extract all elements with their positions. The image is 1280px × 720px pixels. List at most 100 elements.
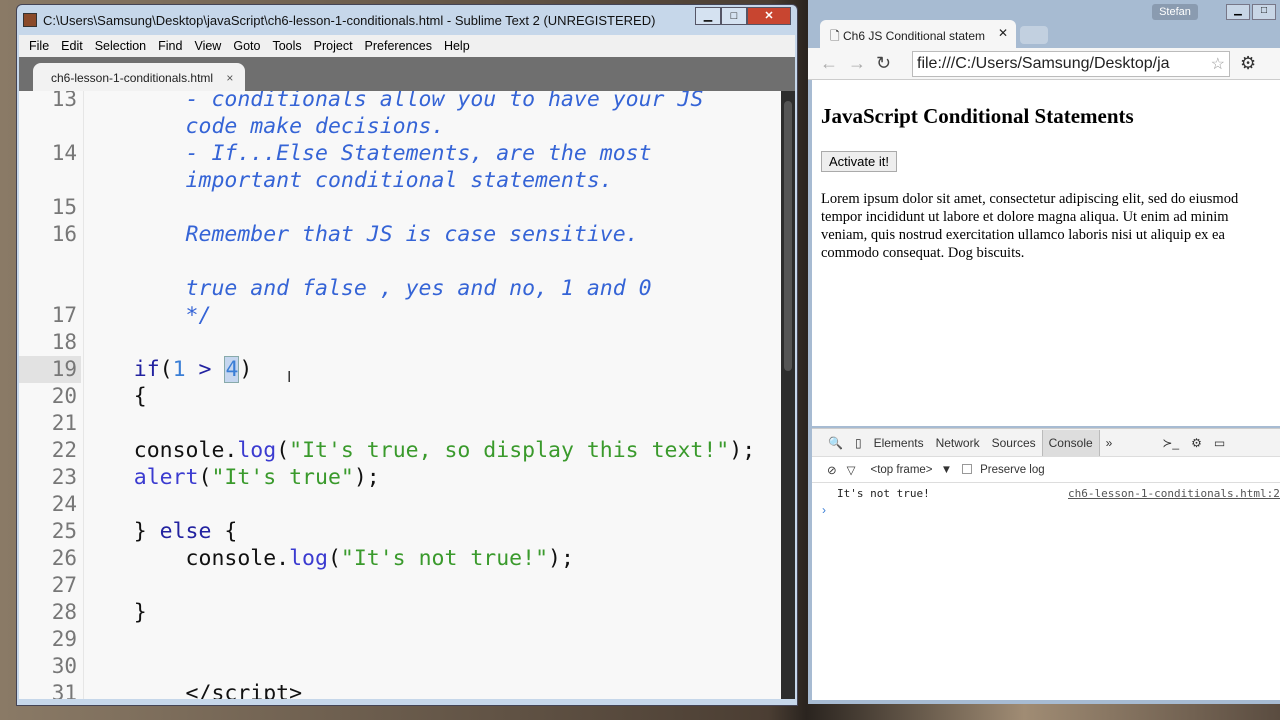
new-tab-button[interactable] [1020, 26, 1048, 44]
code-line[interactable]: 17 */ [19, 302, 779, 329]
code-line[interactable]: 15 [19, 194, 779, 221]
code-line[interactable]: 31 </script> [19, 680, 779, 699]
code-text: } else { [82, 518, 238, 545]
tab-elements[interactable]: Elements [868, 436, 930, 450]
code-token: true and false , yes and no, 1 and 0 [82, 276, 652, 301]
line-number: 29 [51, 627, 77, 651]
address-bar[interactable]: file:///C:/Users/Samsung/Desktop/ja ☆ [912, 50, 1230, 77]
chrome-window: Stefan ▁ □ 🗋 Ch6 JS Conditional statem ✕… [808, 0, 1280, 704]
code-token: - If...Else Statements, are the most [82, 141, 652, 166]
settings-gear-icon[interactable]: ⚙ [1240, 53, 1256, 74]
code-line[interactable]: 26 console.log("It's not true!"); [19, 545, 779, 572]
preserve-log-checkbox[interactable]: Preserve log [957, 464, 1055, 476]
editor-scrollbar[interactable] [781, 91, 795, 699]
code-token: ( [198, 465, 212, 490]
close-button[interactable]: ✕ [747, 7, 791, 25]
code-token: if [82, 357, 160, 382]
code-line[interactable]: 30 [19, 653, 779, 680]
tab-close-icon[interactable]: ✕ [998, 26, 1008, 40]
more-tabs-button[interactable]: » [1100, 436, 1119, 450]
menu-file[interactable]: File [23, 39, 55, 53]
code-line[interactable]: 21 [19, 410, 779, 437]
code-token: ); [548, 546, 574, 571]
tab-console[interactable]: Console [1041, 429, 1100, 456]
reload-icon[interactable]: ↻ [876, 53, 904, 74]
devtools-settings-icon[interactable]: ⚙ [1185, 436, 1208, 450]
tab-network[interactable]: Network [930, 436, 986, 450]
code-line[interactable]: 27 [19, 572, 779, 599]
tab-sources[interactable]: Sources [986, 436, 1042, 450]
menu-view[interactable]: View [188, 39, 227, 53]
code-line[interactable]: 19 if(1 > 4) [19, 356, 779, 383]
code-line[interactable]: 16 Remember that JS is case sensitive. [19, 221, 779, 248]
line-number: 17 [51, 303, 77, 327]
filter-icon[interactable]: ▽ [842, 463, 861, 477]
code-line[interactable]: 29 [19, 626, 779, 653]
code-line[interactable]: 23 alert("It's true"); [19, 464, 779, 491]
menu-goto[interactable]: Goto [227, 39, 266, 53]
code-line[interactable]: 22 console.log("It's true, so display th… [19, 437, 779, 464]
console-prompt[interactable]: › [812, 503, 1280, 517]
dock-icon[interactable]: ▭ [1208, 436, 1231, 450]
console-drawer-icon[interactable]: ≻_ [1156, 436, 1185, 450]
title-bar: C:\Users\Samsung\Desktop\javaScript\ch6-… [17, 5, 797, 35]
console-source-link[interactable]: ch6-lesson-1-conditionals.html:26 [1068, 487, 1280, 500]
code-token: */ [82, 303, 212, 328]
minimize-button[interactable]: ▁ [695, 7, 721, 25]
chrome-maximize-button[interactable]: □ [1252, 4, 1276, 20]
back-icon[interactable]: ← [820, 53, 848, 74]
code-line[interactable] [19, 248, 779, 275]
line-number: 21 [51, 411, 77, 435]
code-text: console.log("It's not true!"); [82, 545, 574, 572]
menu-project[interactable]: Project [308, 39, 359, 53]
code-line[interactable]: 18 [19, 329, 779, 356]
line-number: 18 [51, 330, 77, 354]
web-page: JavaScript Conditional Statements Activa… [812, 80, 1280, 426]
maximize-button[interactable]: □ [721, 7, 747, 25]
code-line[interactable]: 25 } else { [19, 518, 779, 545]
scrollbar-thumb[interactable] [784, 101, 792, 371]
frame-selector[interactable]: <top frame> ▼ [861, 464, 958, 476]
code-text: Remember that JS is case sensitive. [82, 221, 639, 248]
menu-find[interactable]: Find [152, 39, 188, 53]
code-token: ( [159, 357, 173, 382]
code-token: { [211, 519, 238, 544]
menu-tools[interactable]: Tools [266, 39, 307, 53]
forward-icon[interactable]: → [848, 53, 876, 74]
menu-edit[interactable]: Edit [55, 39, 89, 53]
menu-preferences[interactable]: Preferences [359, 39, 438, 53]
menu-help[interactable]: Help [438, 39, 476, 53]
code-line[interactable]: 14 - If...Else Statements, are the most [19, 140, 779, 167]
code-editor[interactable]: I 13 - conditionals allow you to have yo… [19, 91, 795, 699]
code-text: </script> [82, 680, 303, 699]
file-tab[interactable]: ch6-lesson-1-conditionals.html × [33, 63, 245, 91]
tab-close-icon[interactable]: × [226, 71, 233, 85]
code-line[interactable]: 13 - conditionals allow you to have your… [19, 91, 779, 113]
line-number: 25 [51, 519, 77, 543]
line-number: 15 [51, 195, 77, 219]
code-line[interactable]: 24 [19, 491, 779, 518]
code-line[interactable]: 20 { [19, 383, 779, 410]
line-number: 23 [51, 465, 77, 489]
code-line[interactable]: important conditional statements. [19, 167, 779, 194]
code-line[interactable]: true and false , yes and no, 1 and 0 [19, 275, 779, 302]
code-line[interactable]: 28 } [19, 599, 779, 626]
code-line[interactable]: code make decisions. [19, 113, 779, 140]
code-token: 1 [172, 357, 186, 382]
inspect-search-icon[interactable]: 🔍 [822, 436, 849, 450]
activate-button[interactable]: Activate it! [821, 151, 897, 172]
chrome-minimize-button[interactable]: ▁ [1226, 4, 1250, 20]
clear-console-icon[interactable]: ⊘ [822, 463, 842, 477]
code-token: "It's true, so display this text!" [289, 438, 730, 463]
code-token: "It's true" [211, 465, 354, 490]
code-token: log [237, 438, 277, 463]
device-mode-icon[interactable]: ▯ [849, 436, 868, 450]
bookmark-star-icon[interactable]: ☆ [1207, 54, 1229, 74]
code-token: </script> [82, 681, 303, 699]
code-token: ); [353, 465, 380, 490]
menu-selection[interactable]: Selection [89, 39, 152, 53]
profile-button[interactable]: Stefan [1152, 4, 1198, 20]
browser-tab[interactable]: 🗋 Ch6 JS Conditional statem ✕ [820, 20, 1016, 48]
browser-toolbar: ← → ↻ file:///C:/Users/Samsung/Desktop/j… [808, 48, 1280, 80]
devtools-panel: 🔍 ▯ Elements Network Sources Console » ≻… [812, 428, 1280, 700]
